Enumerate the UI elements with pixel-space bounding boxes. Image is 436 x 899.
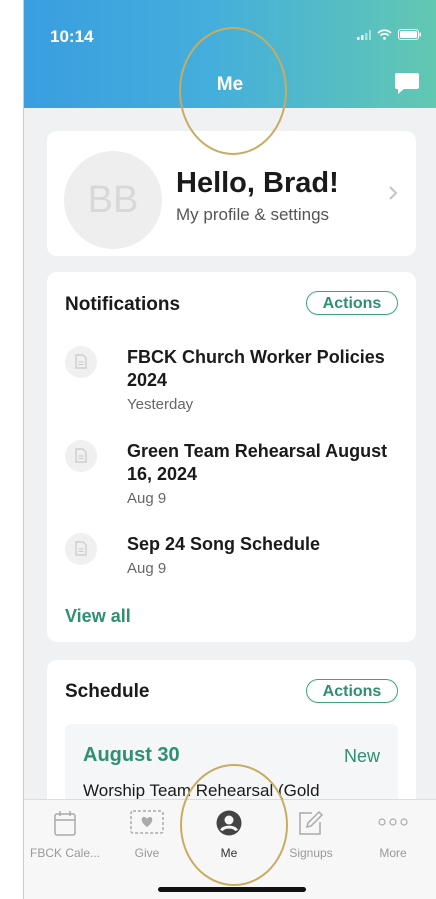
status-time: 10:14 [50,27,94,46]
notification-item[interactable]: Sep 24 Song Schedule Aug 9 [65,533,405,583]
tab-me[interactable]: Me [188,800,270,880]
notifications-actions-button[interactable]: Actions [306,291,398,315]
chevron-right-icon [389,186,398,200]
avatar-initials: BB [87,178,139,221]
more-icon [378,818,408,826]
calendar-icon [54,811,76,836]
tab-calendar[interactable]: FBCK Cale... [24,800,106,880]
notification-title: FBCK Church Worker Policies 2024 [127,347,385,390]
notification-date: Aug 9 [127,490,167,507]
tab-label: Signups [289,846,333,860]
notifications-card: Notifications Actions FBCK Church Worker… [47,272,416,642]
tab-bar: FBCK Cale... Give Me Signups More [24,799,436,899]
greeting: Hello, Brad! [176,167,339,199]
profile-settings-link: My profile & settings [176,205,330,224]
document-icon [65,346,97,378]
tab-label: Me [220,846,238,860]
page-title: Me [216,74,244,95]
notification-item[interactable]: FBCK Church Worker Policies 2024 Yesterd… [65,346,405,418]
event-name: Worship Team Rehearsal (Gold [83,781,320,800]
battery-icon [398,29,421,40]
person-icon [216,810,242,836]
avatar: BB [64,151,162,249]
signup-icon [299,810,324,835]
tab-more[interactable]: More [352,800,434,880]
chat-bubble-icon[interactable] [394,72,420,96]
new-badge: New [343,746,380,766]
header-bar: 10:14 Me [24,0,436,108]
notification-item[interactable]: Green Team Rehearsal August 16, 2024 Aug… [65,440,405,512]
tab-label: More [379,846,407,860]
notification-title: Sep 24 Song Schedule [127,534,321,554]
notification-title: Green Team Rehearsal August 16, 2024 [127,441,388,484]
schedule-actions-button[interactable]: Actions [306,679,398,703]
notification-date: Aug 9 [127,560,167,577]
tab-label: Give [134,846,160,860]
tab-label: FBCK Cale... [29,846,101,860]
document-icon [65,440,97,472]
view-all-link[interactable]: View all [65,606,131,627]
wifi-icon [377,29,392,40]
home-indicator [158,887,306,892]
notification-date: Yesterday [127,396,194,413]
profile-card[interactable]: BB Hello, Brad! My profile & settings [47,131,416,256]
schedule-title: Schedule [65,681,150,702]
signal-icon [357,29,371,40]
screen: 10:14 Me BB Hello, Brad! My profile & se… [24,0,436,899]
notifications-title: Notifications [65,294,181,315]
status-icons [357,29,422,40]
tab-signups[interactable]: Signups [270,800,352,880]
tab-give[interactable]: Give [106,800,188,880]
document-icon [65,533,97,565]
give-icon [130,810,164,834]
app-frame: 10:14 Me BB Hello, Brad! My profile & se… [0,0,436,899]
event-date: August 30 [83,744,180,766]
